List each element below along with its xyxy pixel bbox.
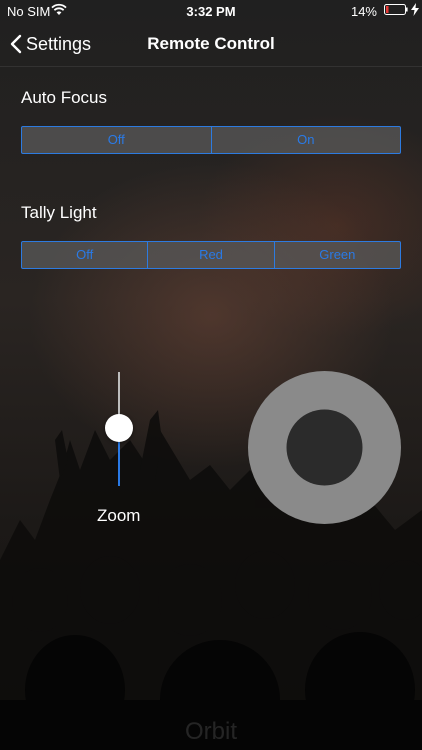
zoom-slider[interactable] (104, 372, 134, 487)
navigation-bar: Settings Remote Control (0, 22, 422, 67)
tally-light-label: Tally Light (21, 203, 97, 222)
joystick-control[interactable] (248, 371, 401, 524)
zoom-label: Zoom (97, 506, 141, 525)
charging-bolt-icon (411, 3, 419, 16)
page-title: Remote Control (147, 34, 275, 53)
auto-focus-on-segment[interactable]: On (212, 127, 401, 153)
auto-focus-off-segment[interactable]: Off (22, 127, 212, 153)
brand-watermark: Orbit (184, 718, 237, 745)
battery-icon (384, 4, 408, 15)
battery-percent: 14% (350, 4, 377, 19)
tally-green-segment[interactable]: Green (275, 242, 400, 268)
tally-off-segment[interactable]: Off (22, 242, 149, 268)
status-bar: No SIM 3:32 PM 14% (0, 0, 422, 22)
joystick-knob[interactable] (286, 409, 363, 486)
tally-red-segment[interactable]: Red (148, 242, 275, 268)
auto-focus-label: Auto Focus (21, 88, 107, 107)
slider-thumb[interactable] (105, 414, 133, 442)
tally-light-segmented-control: Off Red Green (21, 241, 401, 269)
auto-focus-segmented-control: Off On (21, 126, 401, 154)
